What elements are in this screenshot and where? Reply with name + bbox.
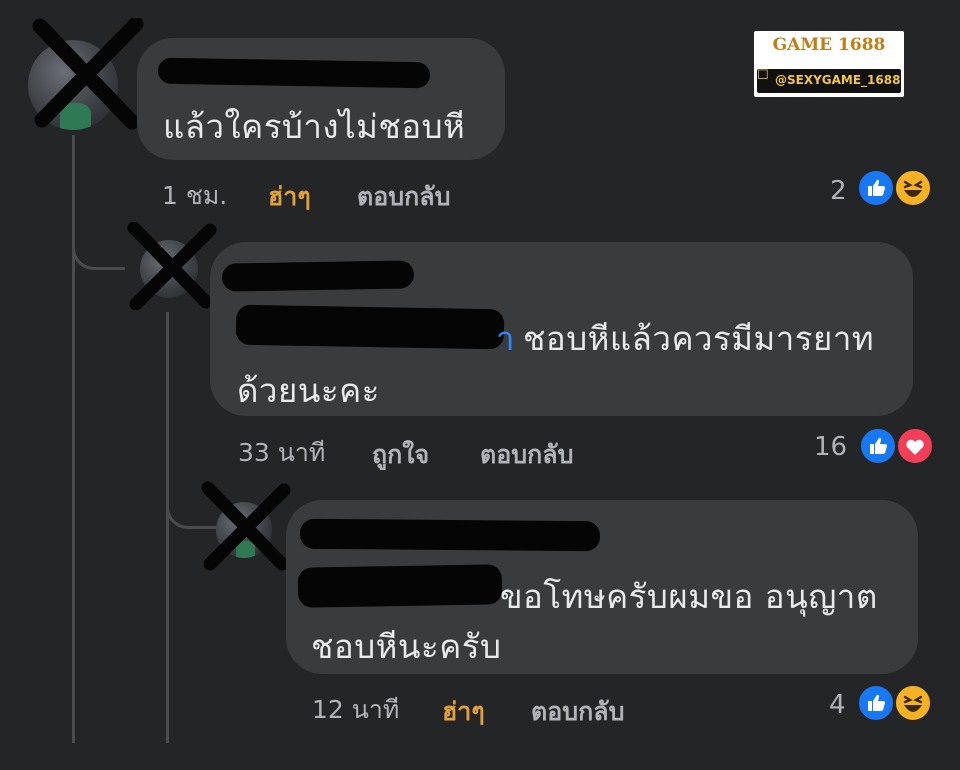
cross-out-mark — [201, 481, 291, 571]
thread-line-reply — [166, 312, 169, 743]
haha-reaction-button[interactable]: ฮ่าๆ — [268, 177, 311, 217]
redacted-mention — [297, 564, 503, 608]
redacted-mention — [235, 304, 505, 350]
comment-time[interactable]: 12 นาที — [312, 690, 399, 730]
chat-icon: ☐ — [757, 68, 769, 83]
watermark-handle: @SEXYGAME_1688 — [775, 73, 901, 87]
cross-out-mark — [127, 222, 217, 310]
redacted-name — [157, 57, 431, 89]
haha-reaction-button[interactable]: ฮ่าๆ — [442, 692, 485, 732]
reaction-count[interactable]: 2 — [830, 176, 847, 206]
cross-out-mark — [32, 18, 144, 130]
thread-curve-reply-1 — [72, 215, 125, 270]
watermark-logo: GAME 1688 ☐ @SEXYGAME_1688 — [754, 31, 904, 97]
redacted-name — [221, 260, 415, 292]
haha-icon[interactable] — [894, 684, 932, 722]
comment-text: ชอบหีแล้วควรมีมารยาท — [523, 319, 875, 358]
mention-tail: า — [496, 319, 515, 358]
reaction-count[interactable]: 4 — [829, 690, 846, 720]
like-icon[interactable] — [857, 684, 895, 722]
love-icon[interactable] — [896, 427, 934, 465]
like-icon[interactable] — [859, 427, 897, 465]
like-icon[interactable] — [857, 169, 895, 207]
comment-text: ขอโทษครับผมขอ อนุญาต — [500, 577, 878, 616]
reply-button[interactable]: ตอบกลับ — [480, 435, 573, 475]
reaction-count[interactable]: 16 — [814, 432, 847, 462]
comment-time[interactable]: 33 นาที — [238, 433, 325, 473]
comment-text: แล้วใครบ้างไม่ชอบหี — [163, 107, 466, 146]
comment-time[interactable]: 1 ชม. — [162, 176, 227, 216]
like-reaction-button[interactable]: ถูกใจ — [372, 435, 429, 475]
watermark-bar: ☐ @SEXYGAME_1688 — [757, 68, 901, 93]
redacted-name — [299, 518, 601, 552]
comment-text: ชอบหีนะครับ — [311, 627, 502, 666]
reply-button[interactable]: ตอบกลับ — [531, 692, 624, 732]
haha-icon[interactable] — [894, 169, 932, 207]
watermark-brand: GAME 1688 — [772, 35, 886, 55]
comment-text: ด้วยนะคะ — [237, 371, 380, 410]
reply-button[interactable]: ตอบกลับ — [357, 177, 450, 217]
